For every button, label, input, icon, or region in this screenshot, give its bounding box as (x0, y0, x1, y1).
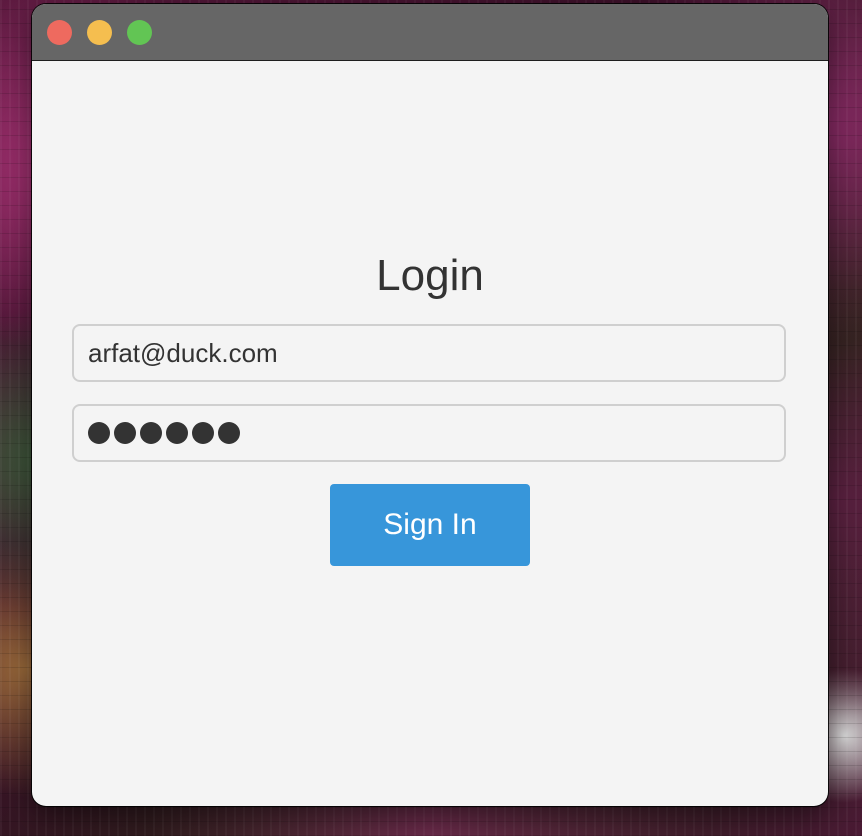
window-titlebar[interactable] (32, 4, 828, 61)
login-window: Login arfat@duck.com Sign In (32, 4, 828, 806)
minimize-window-icon[interactable] (87, 20, 112, 45)
password-mask-dot (218, 422, 240, 444)
password-mask (88, 422, 240, 444)
password-mask-dot (192, 422, 214, 444)
login-title: Login (376, 251, 484, 300)
password-mask-dot (140, 422, 162, 444)
zoom-window-icon[interactable] (127, 20, 152, 45)
login-form: Login arfat@duck.com Sign In (32, 61, 828, 806)
password-mask-dot (114, 422, 136, 444)
close-window-icon[interactable] (47, 20, 72, 45)
password-field[interactable] (72, 404, 786, 462)
email-value: arfat@duck.com (88, 337, 278, 368)
password-mask-dot (88, 422, 110, 444)
password-mask-dot (166, 422, 188, 444)
email-field[interactable]: arfat@duck.com (72, 324, 786, 382)
sign-in-button[interactable]: Sign In (330, 484, 530, 566)
